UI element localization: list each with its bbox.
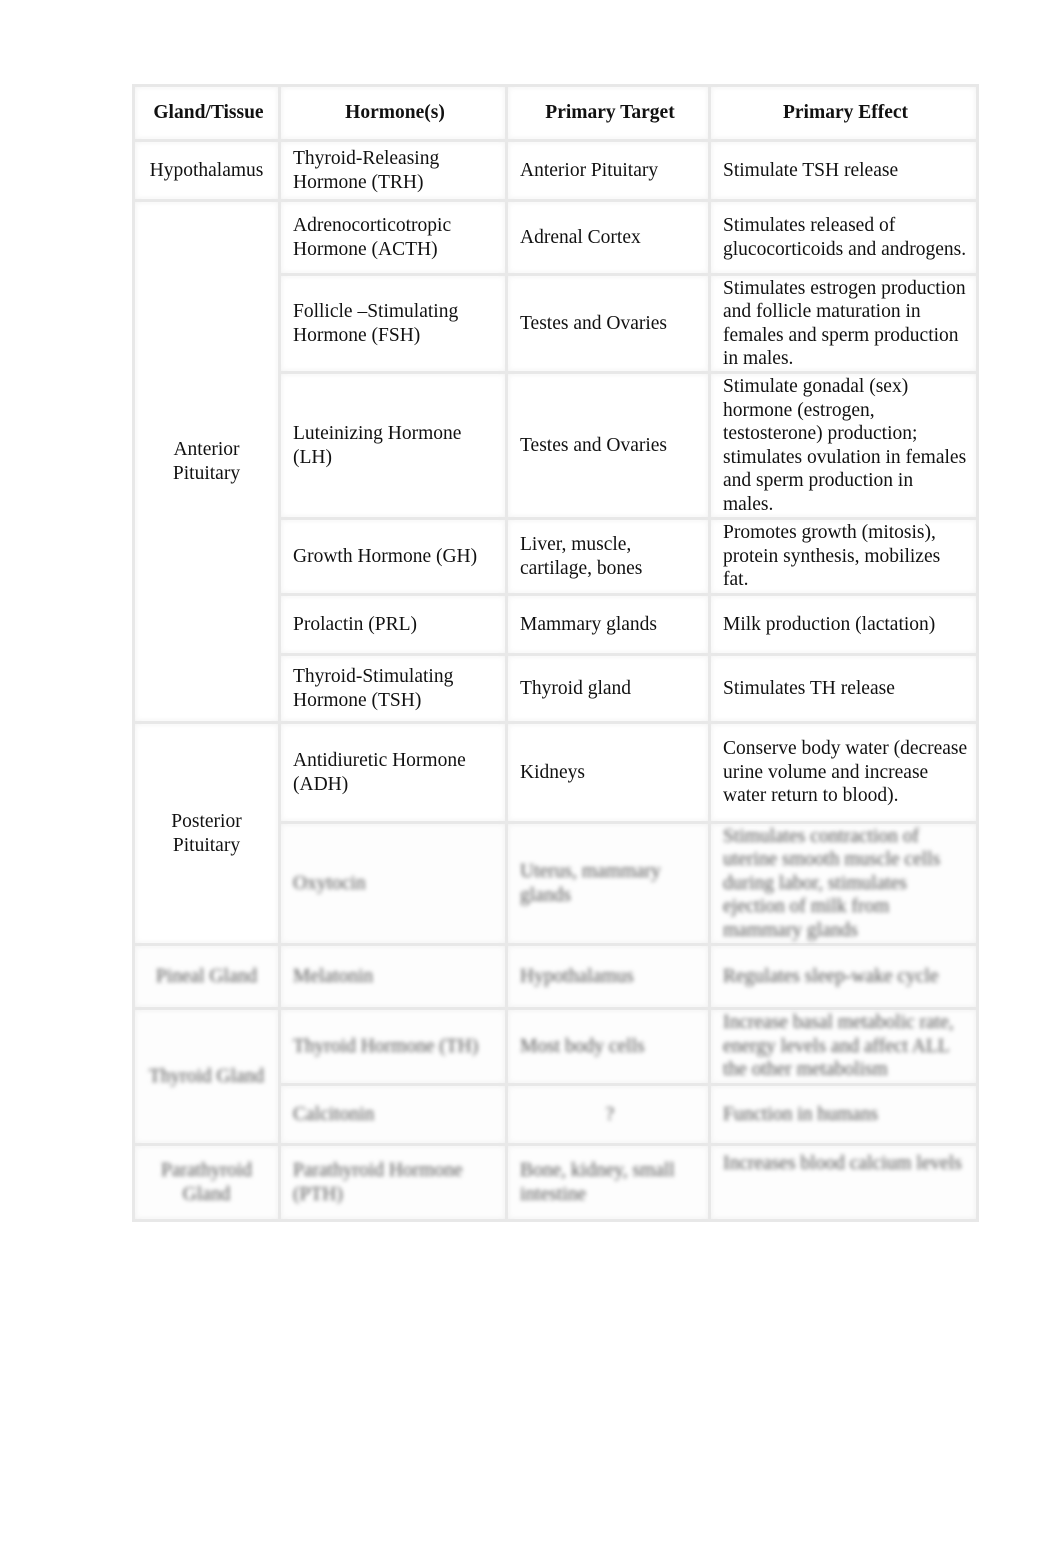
blurred-text: Uterus, mammary glands [520,861,661,906]
effect-cell: Stimulates released of glucocorticoids a… [708,199,979,276]
blurred-text: Regulates sleep-wake cycle [723,965,939,987]
gland-cell: Pineal Gland [132,943,281,1010]
blurred-text: Parathyroid Gland [161,1160,252,1205]
header-effect: Primary Effect [708,84,979,142]
effect-cell: Stimulates estrogen production and folli… [708,273,979,374]
effect-cell: Regulates sleep-wake cycle [708,943,979,1010]
header-hormone: Hormone(s) [278,84,508,142]
hormone-cell: Follicle –Stimulating Hormone (FSH) [278,273,508,374]
effect-cell: Promotes growth (mitosis), protein synth… [708,517,979,596]
blurred-text: Thyroid Hormone (TH) [293,1035,479,1057]
header-gland: Gland/Tissue [132,84,281,142]
target-cell: Uterus, mammary glands [505,821,711,946]
effect-cell: Stimulate TSH release [708,139,979,202]
table-row: Parathyroid Gland Parathyroid Hormone (P… [132,1143,979,1222]
blurred-text: ? [605,1103,615,1125]
blurred-text: Increases blood calcium levels [723,1153,962,1174]
target-cell: Kidneys [505,721,711,824]
blurred-text: Function in humans [723,1103,878,1125]
blurred-text: Thyroid Gland [148,1065,265,1087]
target-cell: Testes and Ovaries [505,273,711,374]
blurred-text: Oxytocin [293,872,366,894]
header-row: Gland/Tissue Hormone(s) Primary Target P… [132,84,979,142]
table-row: Anterior Pituitary Adrenocorticotropic H… [132,199,979,724]
target-cell: Thyroid gland [505,653,711,724]
target-cell: Hypothalamus [505,943,711,1010]
hormone-cell: Thyroid Hormone (TH) [278,1007,508,1086]
hormone-cell: Thyroid-Releasing Hormone (TRH) [278,139,508,202]
gland-cell: Anterior Pituitary [132,199,281,724]
hormone-cell: Luteinizing Hormone (LH) [278,371,508,520]
effect-cell: Increases blood calcium levels [708,1143,979,1222]
hormone-cell: Thyroid-Stimulating Hormone (TSH) [278,653,508,724]
blurred-text: Bone, kidney, small intestine [520,1160,675,1205]
target-cell: Mammary glands [505,593,711,656]
hormone-cell: Calcitonin [278,1083,508,1146]
target-cell: Liver, muscle, cartilage, bones [505,517,711,596]
hormone-cell: Adrenocorticotropic Hormone (ACTH) [278,199,508,276]
table-row: Thyroid Gland Thyroid Hormone (TH) Most … [132,1007,979,1146]
gland-cell: Thyroid Gland [132,1007,281,1146]
blurred-text: Parathyroid Hormone (PTH) [293,1160,463,1205]
gland-cell: Posterior Pituitary [132,721,281,946]
table-row: Hypothalamus Thyroid-Releasing Hormone (… [132,139,979,202]
target-cell: Adrenal Cortex [505,199,711,276]
blurred-text: Most body cells [520,1035,645,1057]
target-cell: Bone, kidney, small intestine [505,1143,711,1222]
effect-cell: Stimulate gonadal (sex) hormone (estroge… [708,371,979,520]
hormone-table: Gland/Tissue Hormone(s) Primary Target P… [132,84,979,1222]
blurred-text: Melatonin [293,965,374,987]
hormone-cell: Oxytocin [278,821,508,946]
target-cell: Anterior Pituitary [505,139,711,202]
blurred-text: Pineal Gland [155,965,258,987]
gland-cell: Hypothalamus [132,139,281,202]
effect-cell: Stimulates TH release [708,653,979,724]
header-target: Primary Target [505,84,711,142]
effect-cell: Function in humans [708,1083,979,1146]
blurred-text: Increase basal metabolic rate, energy le… [723,1012,954,1081]
target-cell: Most body cells [505,1007,711,1086]
blurred-text: Calcitonin [293,1103,375,1125]
blurred-text: Hypothalamus [520,965,634,987]
target-cell: ? [505,1083,711,1146]
hormone-cell: Prolactin (PRL) [278,593,508,656]
hormone-cell: Parathyroid Hormone (PTH) [278,1143,508,1222]
target-cell: Testes and Ovaries [505,371,711,520]
hormone-table-container: Gland/Tissue Hormone(s) Primary Target P… [132,84,979,1222]
hormone-cell: Growth Hormone (GH) [278,517,508,596]
table-row: Posterior Pituitary Antidiuretic Hormone… [132,721,979,946]
table-row: Pineal Gland Melatonin Hypothalamus Regu… [132,943,979,1010]
hormone-cell: Antidiuretic Hormone (ADH) [278,721,508,824]
hormone-cell: Melatonin [278,943,508,1010]
effect-cell: Conserve body water (decrease urine volu… [708,721,979,824]
gland-cell: Parathyroid Gland [132,1143,281,1222]
effect-cell: Milk production (lactation) [708,593,979,656]
effect-cell: Stimulates contraction of uterine smooth… [708,821,979,946]
blurred-text: Stimulates contraction of uterine smooth… [723,825,941,941]
effect-cell: Increase basal metabolic rate, energy le… [708,1007,979,1086]
